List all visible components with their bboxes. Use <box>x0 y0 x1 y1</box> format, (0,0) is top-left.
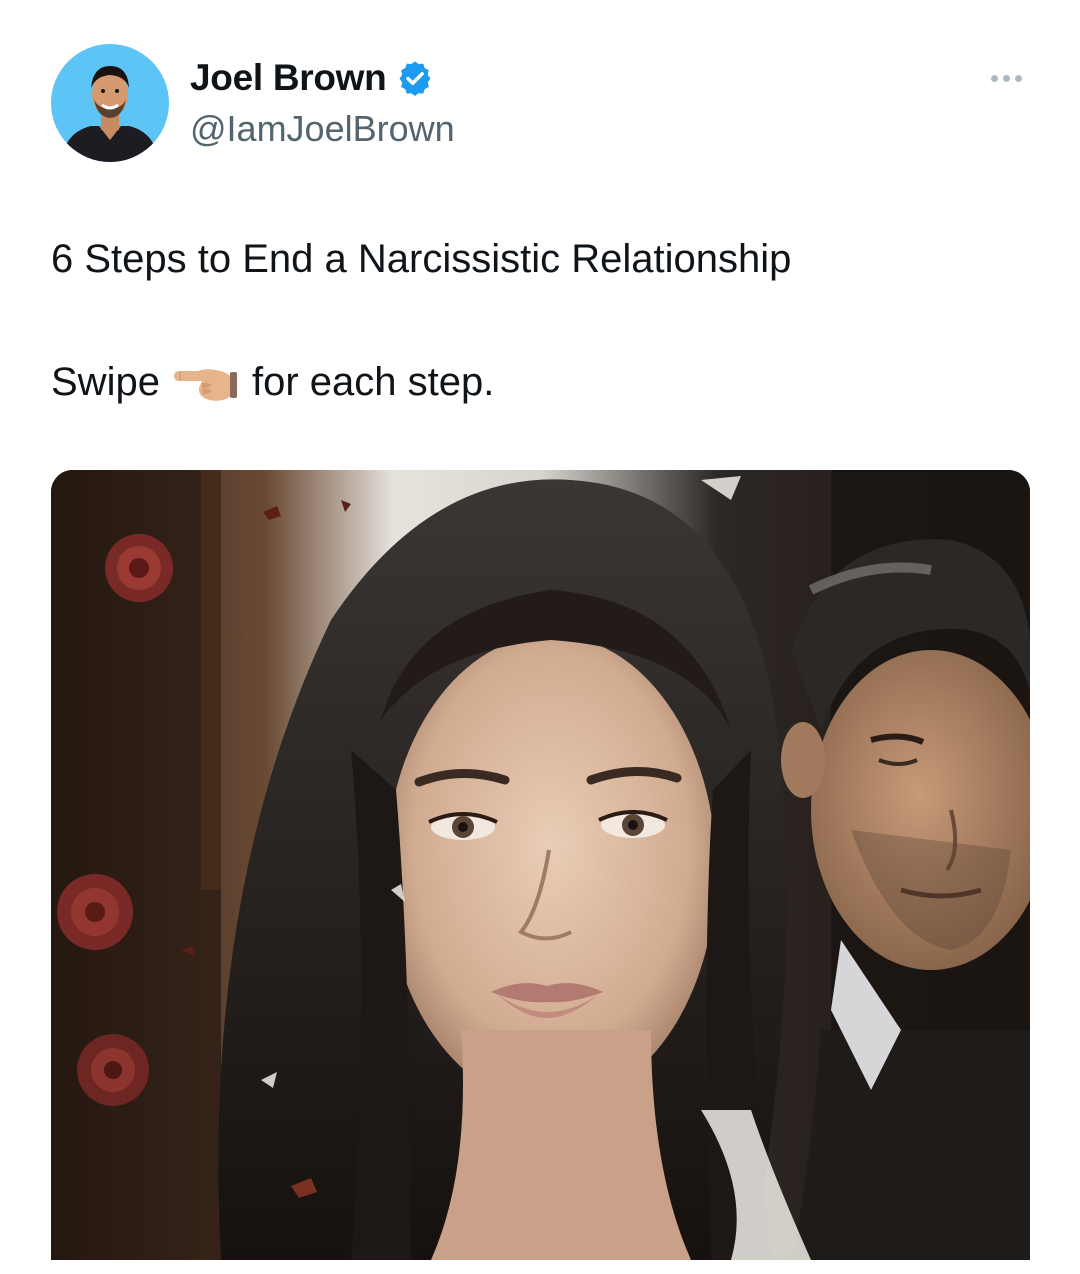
more-dot <box>990 74 998 82</box>
author-name-row: Joel Brown <box>190 56 434 100</box>
tweet-swipe-line: Swipe for each step. <box>51 356 494 408</box>
author-handle[interactable]: @IamJoelBrown <box>190 108 455 150</box>
swipe-prefix: Swipe <box>51 360 160 404</box>
swipe-suffix: for each step. <box>251 360 495 404</box>
more-dot <box>1014 74 1022 82</box>
tweet-title: 6 Steps to End a Narcissistic Relationsh… <box>51 237 792 281</box>
author-avatar[interactable] <box>51 44 169 162</box>
more-dot <box>1002 74 1010 82</box>
verified-badge-icon <box>396 59 434 97</box>
author-display-name[interactable]: Joel Brown <box>190 57 387 99</box>
pointing-right-hand-icon <box>160 360 252 404</box>
tweet-media-image[interactable] <box>51 470 1030 1260</box>
more-options-icon[interactable] <box>984 60 1028 96</box>
